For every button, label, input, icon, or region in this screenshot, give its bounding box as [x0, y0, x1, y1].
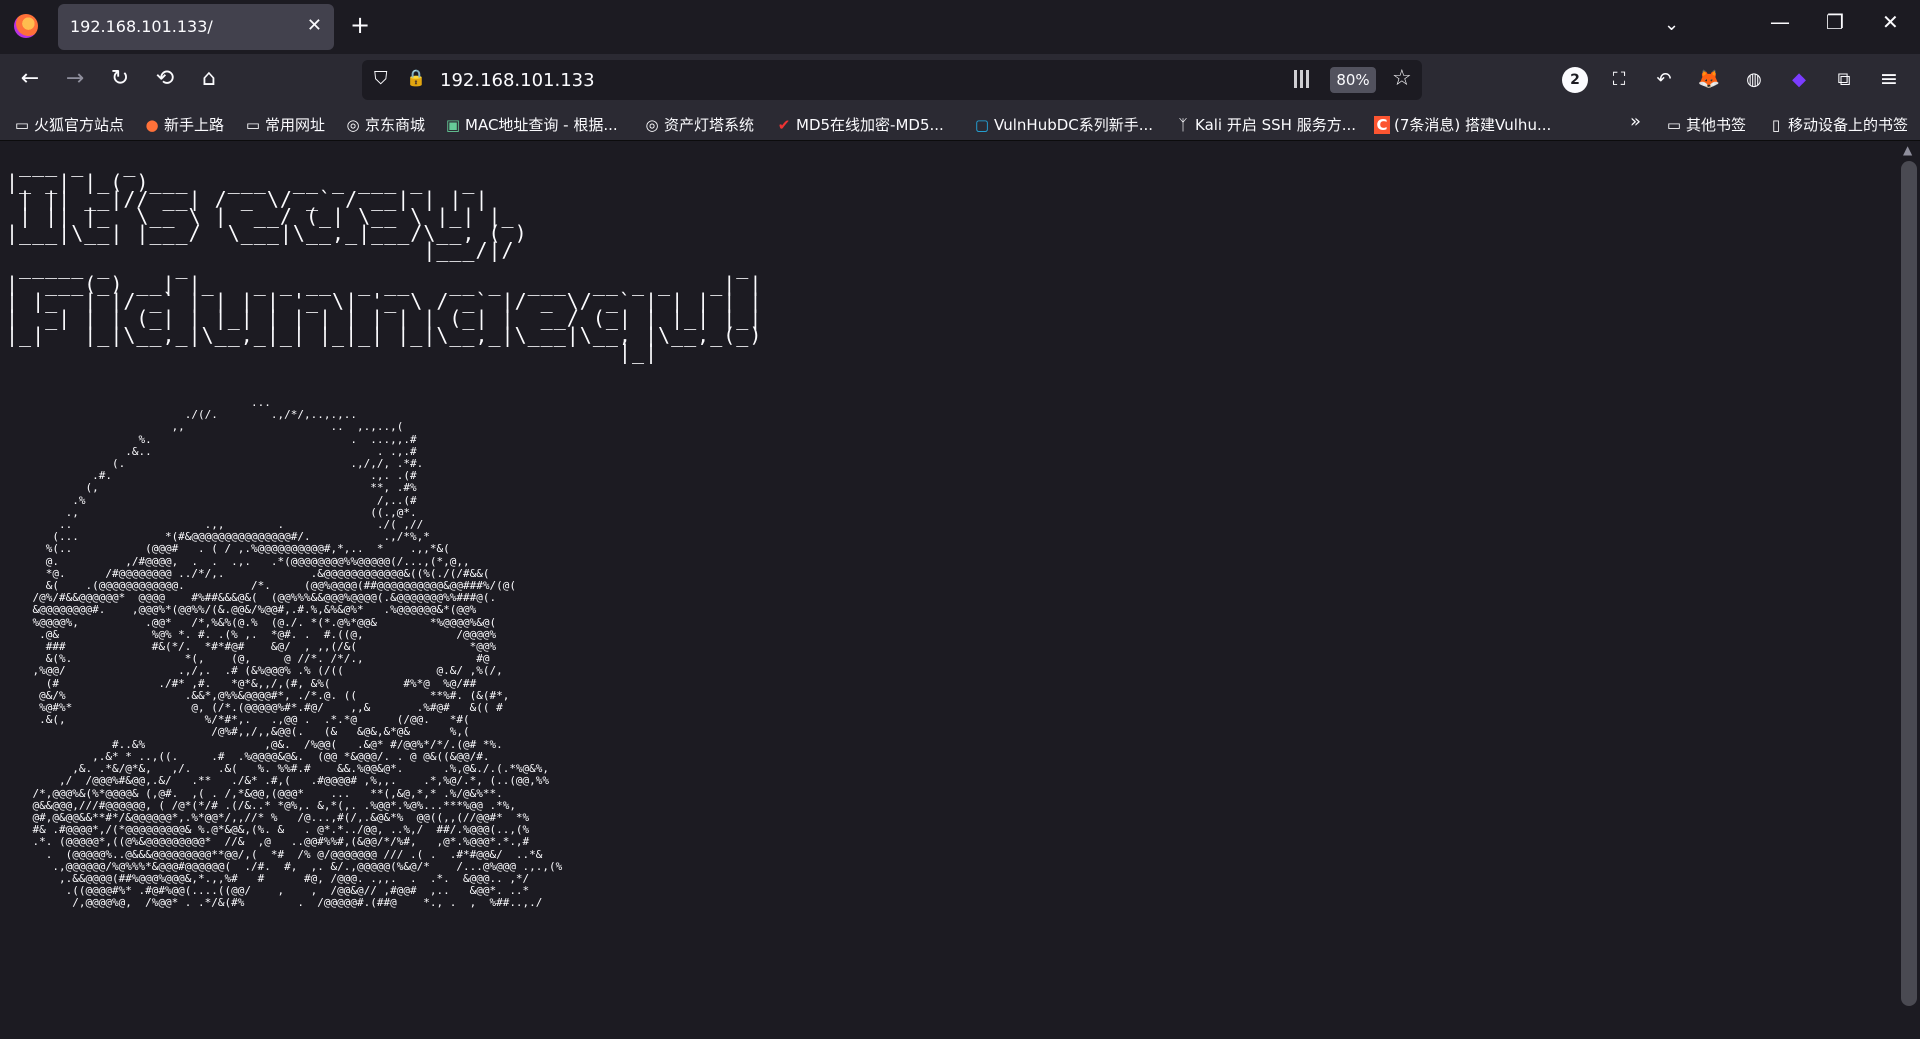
globe-icon: ◎	[645, 116, 659, 134]
bookmark-item[interactable]: ● 新手上路	[144, 114, 224, 135]
extensions-puzzle-icon[interactable]: ⧉	[1831, 67, 1857, 93]
screenshot-crop-icon[interactable]: ⛶	[1606, 67, 1632, 93]
bookmark-item[interactable]: ▭ 火狐官方站点	[14, 114, 124, 135]
bookmarks-toolbar: ▭ 火狐官方站点 ● 新手上路 ▭ 常用网址 ◎ 京东商城 ▣ MAC地址查询 - 根据.…	[0, 106, 1920, 141]
kali-icon: ᛉ	[1178, 116, 1188, 134]
scrollbar-thumb[interactable]	[1901, 161, 1917, 1006]
globe-icon: ◎	[346, 116, 360, 134]
zoom-level-badge[interactable]: 80%	[1330, 67, 1376, 93]
bilibili-icon: ▢	[974, 116, 990, 134]
folder-icon: ▭	[245, 116, 261, 134]
tab-title: 192.168.101.133/	[70, 17, 213, 36]
firefox-icon: ●	[145, 116, 159, 134]
bookmarks-overflow-chevron-icon[interactable]: »	[1630, 111, 1641, 132]
cookie-extension-icon[interactable]: ◍	[1741, 67, 1767, 93]
forward-button[interactable]: →	[61, 66, 89, 91]
bookmark-item[interactable]: ◎ 资产灯塔系统	[644, 114, 754, 135]
mobile-icon: ▯	[1771, 116, 1781, 134]
undo-icon[interactable]: ↶	[1651, 67, 1677, 93]
reload-button[interactable]: ↻	[106, 66, 134, 91]
folder-icon: ▭	[1666, 116, 1682, 134]
bookmark-item[interactable]: ▭ 常用网址	[245, 114, 325, 135]
image-icon: ▣	[445, 116, 461, 134]
bookmark-star-icon[interactable]: ☆	[1392, 66, 1412, 91]
ascii-banner: ___ _ _ |_ _| |_( )___ ___ __ _ ___ _ _ …	[6, 153, 763, 364]
menu-hamburger-icon[interactable]: ≡	[1876, 67, 1902, 93]
firefox-logo-icon[interactable]	[14, 14, 38, 38]
page-content: ___ _ _ |_ _| |_( )___ ___ __ _ ___ _ _ …	[0, 141, 1898, 1039]
bookmark-item[interactable]: ▢ VulnHubDC系列新手...	[974, 114, 1153, 135]
bookmark-item[interactable]: C (7条消息) 搭建Vulhu...	[1374, 114, 1551, 135]
history-button[interactable]: ⟲	[151, 66, 179, 91]
home-button[interactable]: ⌂	[195, 66, 223, 91]
other-bookmarks-folder[interactable]: ▭ 其他书签	[1666, 114, 1746, 135]
close-window-button[interactable]: ✕	[1882, 10, 1899, 34]
lock-icon[interactable]: 🔒	[406, 68, 426, 87]
qr-code-icon[interactable]	[1294, 70, 1312, 88]
tab-active[interactable]: 192.168.101.133/ ✕	[58, 4, 334, 50]
minimize-button[interactable]: —	[1770, 10, 1790, 34]
scroll-up-arrow-icon[interactable]: ▲	[1903, 143, 1912, 157]
csdn-icon: C	[1374, 116, 1390, 134]
ascii-art-face: ... ./(/. .,/*/,..,.,.. ,, .. ,.,..,( %.…	[32, 396, 563, 910]
back-button[interactable]: ←	[16, 66, 44, 91]
url-text[interactable]: 192.168.101.133	[440, 70, 595, 91]
check-icon: ✔	[777, 116, 791, 134]
extension-badge-icon[interactable]: 2	[1562, 67, 1588, 93]
restore-button[interactable]: ❐	[1826, 10, 1844, 34]
mobile-bookmarks-folder[interactable]: ▯ 移动设备上的书签	[1768, 114, 1908, 135]
new-tab-button[interactable]: +	[350, 11, 370, 39]
navigation-toolbar: ← → ↻ ⟲ ⌂ ⛉ 🔒 192.168.101.133 80% ☆ 2 ⛶ …	[0, 54, 1920, 106]
fox-extension-icon[interactable]: 🦊	[1696, 67, 1722, 93]
bookmark-item[interactable]: ✔ MD5在线加密-MD5...	[776, 114, 944, 135]
shield-icon[interactable]: ⛉	[374, 68, 388, 89]
bookmark-item[interactable]: ᛉ Kali 开启 SSH 服务方...	[1175, 114, 1356, 135]
gem-extension-icon[interactable]: ◆	[1786, 67, 1812, 93]
tab-list-chevron-icon[interactable]: ⌄	[1664, 14, 1679, 35]
tab-strip: 192.168.101.133/ ✕ + ⌄ — ❐ ✕	[0, 0, 1920, 54]
bookmark-item[interactable]: ◎ 京东商城	[345, 114, 425, 135]
tab-close-icon[interactable]: ✕	[307, 15, 322, 36]
vertical-scrollbar[interactable]: ▲	[1898, 141, 1920, 1039]
folder-icon: ▭	[14, 116, 30, 134]
bookmark-item[interactable]: ▣ MAC地址查询 - 根据...	[445, 114, 618, 135]
url-bar[interactable]: ⛉ 🔒 192.168.101.133 80% ☆	[362, 60, 1422, 100]
